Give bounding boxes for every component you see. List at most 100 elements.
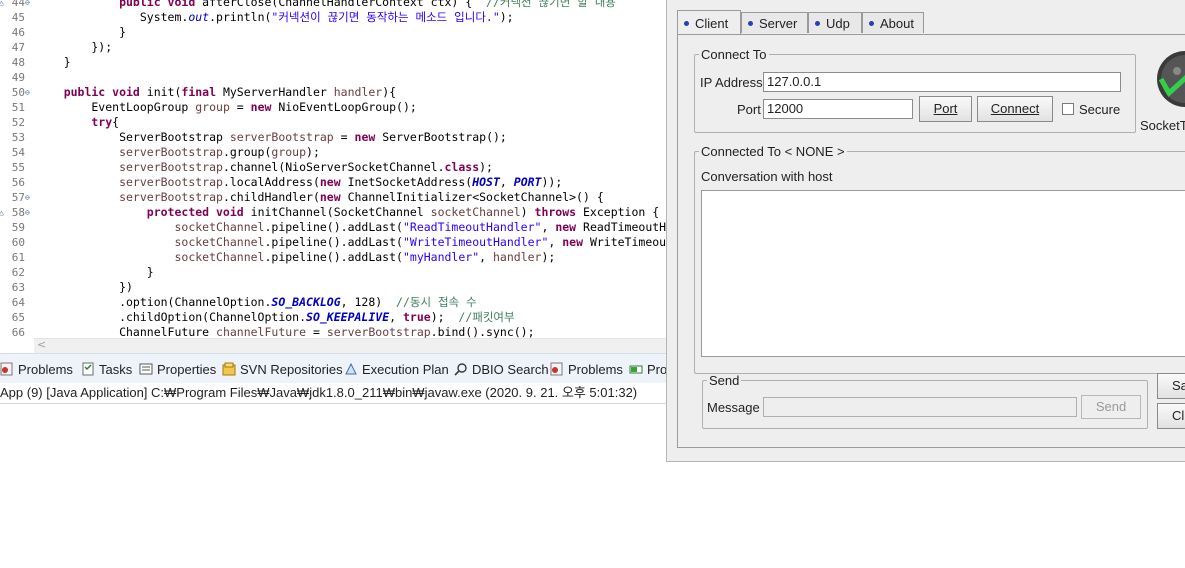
code-line: 46 } <box>0 25 668 40</box>
horizontal-scrollbar[interactable]: < <box>34 338 668 353</box>
tab-label: Pro <box>647 361 668 377</box>
line-number: 50 <box>11 86 25 99</box>
code-text: ServerBootstrap serverBootstrap = new Se… <box>36 130 507 144</box>
clear-button[interactable]: Cl <box>1157 403 1185 429</box>
code-line: 57 ⊖ serverBootstrap.childHandler(new Cha… <box>0 190 668 205</box>
code-text: } <box>36 25 127 39</box>
properties-icon <box>139 362 153 376</box>
line-number: 61 <box>11 251 25 264</box>
code-text: .option(ChannelOption.SO_BACKLOG, 128) /… <box>36 295 477 309</box>
fold-collapse-icon[interactable]: ⊖ <box>25 190 34 205</box>
port-button[interactable]: Port <box>919 96 972 122</box>
code-line: 63 }) <box>0 280 668 295</box>
line-number: 52 <box>11 116 25 129</box>
bullet-icon <box>869 20 874 26</box>
message-label: Message <box>707 400 760 415</box>
code-line: 61 socketChannel.pipeline().addLast("myH… <box>0 250 668 265</box>
tab-label: Problems <box>18 361 73 377</box>
sockettest-window: Client Server Udp About Connect To IP Ad… <box>666 0 1185 462</box>
tab-problems[interactable]: Problems <box>0 359 73 379</box>
port-input[interactable]: 12000 <box>763 99 913 119</box>
code-text: serverBootstrap.localAddress(new InetSoc… <box>36 175 563 189</box>
button-label: Connect <box>990 101 1040 116</box>
code-line: 49 <box>0 70 668 85</box>
line-number: 66 <box>11 326 25 338</box>
code-text: System.out.println("커넥션이 끊기면 동작하는 메소드 입니… <box>36 10 514 24</box>
connect-button[interactable]: Connect <box>977 96 1053 122</box>
code-line: 48 } <box>0 55 668 70</box>
line-number: 59 <box>11 221 25 234</box>
code-text: public void init(final MyServerHandler h… <box>36 85 397 99</box>
line-number: 46 <box>11 26 25 39</box>
send-button[interactable]: Send <box>1081 395 1141 419</box>
code-text: socketChannel.pipeline().addLast("WriteT… <box>36 235 667 249</box>
code-editor[interactable]: 44 △ ⊖ public void afterClose(ChannelHandl… <box>0 0 668 338</box>
tab-progress[interactable]: Pro <box>629 359 667 379</box>
secure-label: Secure <box>1079 102 1121 117</box>
message-input[interactable] <box>763 397 1077 417</box>
svn-icon <box>222 362 236 376</box>
tab-about[interactable]: About <box>862 12 924 33</box>
code-line: 66 ChannelFuture channelFuture = serverB… <box>0 325 668 338</box>
tab-label: DBIO Search <box>472 361 549 377</box>
tab-label: Server <box>759 15 798 31</box>
fold-collapse-icon[interactable]: ⊖ <box>25 85 34 100</box>
code-line: 58 △ ⊖ protected void initChannel(SocketCh… <box>0 205 668 220</box>
secure-checkbox[interactable] <box>1062 103 1074 115</box>
tab-label: About <box>880 15 914 31</box>
line-number: 60 <box>11 236 25 249</box>
tab-problems-2[interactable]: Problems <box>550 359 623 379</box>
tab-execution-plan[interactable]: Execution Plan <box>344 359 449 379</box>
conversation-textarea[interactable] <box>701 190 1185 357</box>
line-number: 54 <box>11 146 25 159</box>
tab-server[interactable]: Server <box>741 12 808 33</box>
code-text: }); <box>36 40 113 54</box>
button-label: Port <box>933 101 958 116</box>
tab-label: Client <box>695 15 729 31</box>
code-text: EventLoopGroup group = new NioEventLoopG… <box>36 100 417 114</box>
code-line: 62 } <box>0 265 668 280</box>
connected-to-legend: Connected To < NONE > <box>701 144 845 159</box>
tab-dbio-search[interactable]: DBIO Search <box>454 359 549 379</box>
problems-icon <box>550 362 564 376</box>
fold-collapse-icon[interactable]: ⊖ <box>25 205 34 220</box>
line-number: 49 <box>11 71 25 84</box>
bullet-icon <box>748 20 753 26</box>
search-icon <box>454 362 468 376</box>
override-marker-icon: △ <box>0 208 4 217</box>
code-text: } <box>36 265 154 279</box>
code-text: serverBootstrap.childHandler(new Channel… <box>36 190 604 204</box>
code-line: 52 try{ <box>0 115 668 130</box>
line-number: 56 <box>11 176 25 189</box>
tasks-icon <box>81 362 95 376</box>
tab-client[interactable]: Client <box>677 10 741 35</box>
send-legend: Send <box>709 373 740 388</box>
code-text: socketChannel.pipeline().addLast("ReadTi… <box>36 220 667 234</box>
problems-icon <box>0 362 14 376</box>
code-text: socketChannel.pipeline().addLast("myHand… <box>36 250 556 264</box>
tab-tasks[interactable]: Tasks <box>81 359 132 379</box>
code-line: 60 socketChannel.pipeline().addLast("Wri… <box>0 235 668 250</box>
fold-collapse-icon[interactable]: ⊖ <box>25 0 34 10</box>
line-number: 65 <box>11 311 25 324</box>
code-text: } <box>36 55 71 69</box>
scroll-left-icon[interactable]: < <box>37 338 46 351</box>
code-line: 59 socketChannel.pipeline().addLast("Rea… <box>0 220 668 235</box>
bullet-icon <box>815 20 820 26</box>
code-text: .childOption(ChannelOption.SO_KEEPALIVE,… <box>36 310 515 324</box>
save-button[interactable]: Sa <box>1157 373 1185 399</box>
tab-properties[interactable]: Properties <box>139 359 216 379</box>
code-text: serverBootstrap.group(group); <box>36 145 320 159</box>
tab-label: Properties <box>157 361 217 377</box>
line-number: 64 <box>11 296 25 309</box>
line-number: 63 <box>11 281 25 294</box>
code-text: try{ <box>36 115 120 129</box>
ip-address-input[interactable]: 127.0.0.1 <box>763 72 1121 92</box>
code-line: 45 System.out.println("커넥션이 끊기면 동작하는 메소드… <box>0 10 668 25</box>
code-text: serverBootstrap.channel(NioServerSocketC… <box>36 160 493 174</box>
tab-udp[interactable]: Udp <box>808 12 862 33</box>
line-number: 53 <box>11 131 25 144</box>
code-line: 51 EventLoopGroup group = new NioEventLo… <box>0 100 668 115</box>
conversation-label: Conversation with host <box>701 169 833 184</box>
tab-svn-repositories[interactable]: SVN Repositories <box>222 359 343 379</box>
